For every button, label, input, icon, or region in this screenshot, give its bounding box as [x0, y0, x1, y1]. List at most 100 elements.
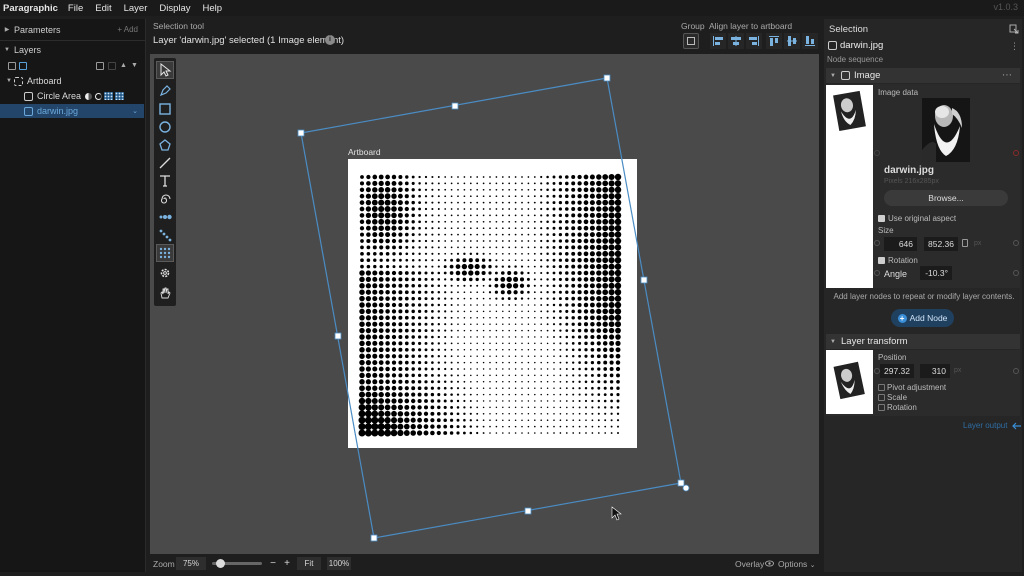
zoom-slider-thumb[interactable] [215, 559, 225, 568]
halftone-dot [584, 348, 588, 352]
line-tool[interactable] [156, 154, 174, 172]
eye-icon[interactable] [765, 560, 774, 567]
layer-row-circle-area[interactable]: Circle Area [0, 89, 144, 103]
pivot-adjustment-checkbox[interactable] [878, 384, 885, 391]
halftone-dot [424, 207, 428, 211]
halftone-dot [583, 296, 589, 301]
chevron-down-icon[interactable]: ⌄ [132, 107, 138, 115]
pen-tool[interactable] [156, 82, 174, 100]
halftone-dot [456, 387, 460, 390]
rotation-checkbox[interactable] [878, 257, 885, 264]
halftone-dot [540, 297, 543, 300]
zoom-fit-button[interactable]: Fit [297, 557, 321, 570]
halftone-dot [411, 265, 415, 268]
input-port[interactable] [874, 368, 880, 374]
info-icon[interactable]: i [325, 35, 335, 45]
duplicate-layer-icon[interactable] [96, 62, 104, 70]
select-tool[interactable] [156, 61, 174, 79]
angle-field[interactable]: -10.3° [920, 266, 952, 280]
image-node-header[interactable]: ▼ Image ⋯ [826, 68, 1020, 83]
move-up-icon[interactable]: ▲ [120, 62, 127, 70]
menu-help[interactable]: Help [197, 3, 229, 14]
rectangle-tool[interactable] [156, 100, 174, 118]
zoom-out-button[interactable]: − [267, 557, 279, 570]
move-down-icon[interactable]: ▼ [131, 62, 138, 70]
text-tool[interactable] [156, 172, 174, 190]
layer-row-artboard[interactable]: ▼ Artboard [0, 74, 144, 88]
add-node-button[interactable]: + Add Node [891, 309, 954, 327]
layer-row-darwin[interactable]: darwin.jpg ⌄ [0, 104, 144, 118]
detach-panel-icon[interactable] [1009, 24, 1019, 34]
selection-title: Selection [829, 24, 869, 35]
scale-checkbox[interactable] [878, 394, 885, 401]
align-middle-button[interactable] [784, 33, 800, 49]
delete-layer-icon[interactable] [108, 62, 116, 70]
layers-section-header[interactable]: ▼ Layers [0, 41, 146, 58]
halftone-dot [489, 432, 491, 434]
grid-tool[interactable] [156, 244, 174, 262]
input-port[interactable] [874, 270, 880, 276]
halftone-dot [585, 425, 587, 428]
menu-display[interactable]: Display [153, 3, 196, 14]
select-all-checkbox[interactable] [8, 62, 16, 70]
add-parameter-button[interactable]: + Add [117, 25, 138, 34]
path-tool[interactable] [156, 226, 174, 244]
halftone-dot [533, 214, 536, 217]
align-right-button[interactable] [746, 33, 762, 49]
halftone-dot [404, 386, 409, 391]
use-original-aspect-checkbox[interactable] [878, 215, 885, 222]
more-icon[interactable]: ⋯ [1002, 70, 1012, 81]
group-button[interactable] [683, 33, 699, 49]
group-icon [687, 37, 695, 45]
halftone-dot [614, 212, 622, 219]
halftone-dot [482, 220, 485, 223]
lock-aspect-icon[interactable] [962, 239, 968, 247]
options-dropdown[interactable]: Options ⌄ [778, 559, 816, 569]
position-x-field[interactable]: 297.32 [880, 364, 914, 378]
position-y-field[interactable]: 310 [920, 364, 950, 378]
align-left-button[interactable] [710, 33, 726, 49]
zoom-100-button[interactable]: 100% [327, 557, 351, 570]
gear-tool[interactable] [156, 264, 174, 282]
halftone-dot [596, 180, 602, 187]
menu-file[interactable]: File [62, 3, 89, 14]
output-port[interactable] [1013, 270, 1019, 276]
align-top-button[interactable] [766, 33, 782, 49]
zoom-value-field[interactable]: 75% [176, 557, 206, 570]
size-height-field[interactable]: 852.36 [924, 237, 958, 251]
input-port[interactable] [874, 150, 880, 156]
align-bottom-button[interactable] [802, 33, 818, 49]
halftone-dot [572, 425, 575, 428]
input-port[interactable] [874, 240, 880, 246]
artboard[interactable] [348, 159, 637, 448]
overlay-toggle-label[interactable]: Overlay [735, 559, 764, 569]
halftone-dot [546, 258, 549, 262]
output-port[interactable] [1013, 150, 1019, 156]
menu-layer[interactable]: Layer [118, 3, 154, 14]
output-port[interactable] [1013, 368, 1019, 374]
halftone-dot [359, 302, 365, 308]
align-center-h-button[interactable] [728, 33, 744, 49]
visibility-icon[interactable] [19, 62, 27, 70]
size-width-field[interactable]: 646 [884, 237, 917, 251]
transform-rotation-checkbox[interactable] [878, 404, 885, 411]
chevron-down-icon[interactable]: ▼ [4, 78, 14, 84]
layer-transform-header[interactable]: ▼ Layer transform [826, 334, 1020, 349]
output-port[interactable] [1013, 240, 1019, 246]
more-icon[interactable]: ⋮ [1010, 41, 1019, 52]
ellipse-tool[interactable] [156, 118, 174, 136]
polygon-tool[interactable] [156, 136, 174, 154]
parameters-section-header[interactable]: ▶ Parameters + Add [0, 21, 146, 38]
image-node-icon [828, 41, 837, 50]
halftone-dot [521, 413, 523, 415]
browse-button[interactable]: Browse... [884, 190, 1008, 206]
halftone-dot [602, 174, 609, 180]
halftone-dot [552, 323, 556, 326]
zoom-in-button[interactable]: + [281, 557, 293, 570]
app-name[interactable]: Paragraphic [0, 3, 62, 14]
spiral-tool[interactable] [156, 190, 174, 208]
repeat-tool[interactable] [156, 208, 174, 226]
halftone-dot [521, 176, 523, 178]
menu-edit[interactable]: Edit [89, 3, 117, 14]
hand-tool[interactable] [156, 284, 174, 302]
